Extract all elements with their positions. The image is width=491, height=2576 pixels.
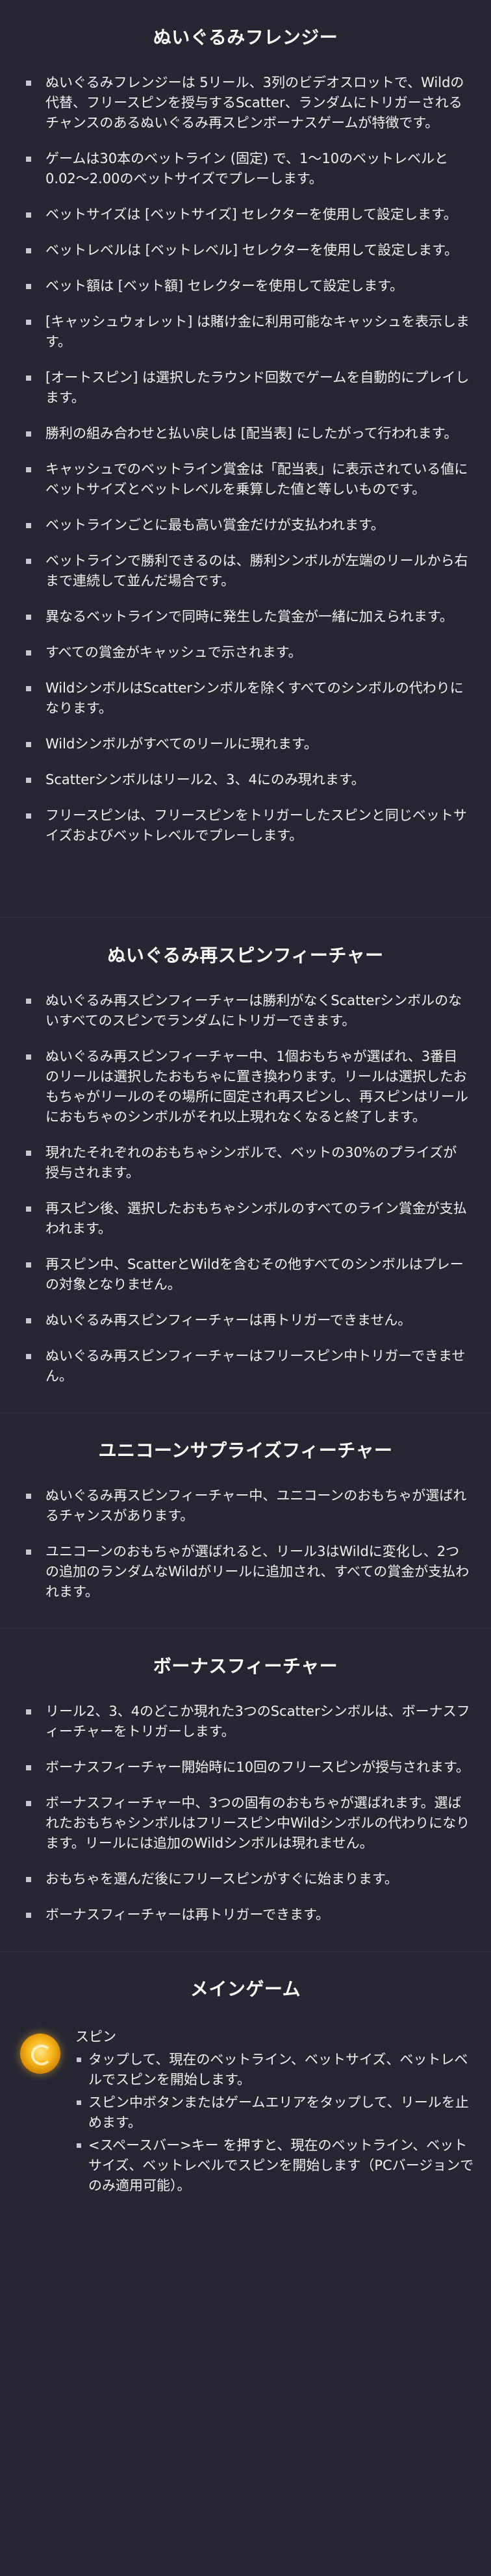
section-title: ユニコーンサプライズフィーチャー bbox=[98, 1440, 393, 1461]
rule-item: ゲームは30本のベットライン (固定) で、1～10のベットレベルと0.02～2… bbox=[13, 149, 470, 189]
spin-row: スピン タップして、現在のベットライン、ベットサイズ、ベットレベルでスピンを開始… bbox=[13, 2024, 478, 2199]
spin-rules-list: タップして、現在のベットライン、ベットサイズ、ベットレベルでスピンを開始します。… bbox=[75, 2050, 478, 2196]
rule-item: ユニコーンのおもちゃが選ばれると、リール3はWildに変化し、2つの追加のランダ… bbox=[13, 1542, 470, 1602]
rule-item: ボーナスフィーチャー中、3つの固有のおもちゃが選ばれます。選ばれたおもちゃシンボ… bbox=[13, 1793, 470, 1854]
section-bonus-feature: ボーナスフィーチャー リール2、3、4のどこか現れた3つのScatterシンボル… bbox=[0, 1628, 491, 1951]
rule-item: リール2、3、4のどこか現れた3つのScatterシンボルは、ボーナスフィーチャ… bbox=[13, 1702, 470, 1742]
rule-item: ベットレベルは [ベットレベル] セレクターを使用して設定します。 bbox=[13, 240, 470, 261]
rules-list: ぬいぐるみ再スピンフィーチャーは勝利がなくScatterシンボルのないすべてのス… bbox=[13, 991, 478, 1386]
spin-label: スピン bbox=[75, 2029, 116, 2045]
rule-item: [キャッシュウォレット] は賭け金に利用可能なキャッシュを表示します。 bbox=[13, 312, 470, 352]
rule-item: 再スピン中、ScatterとWildを含むその他すべてのシンボルはプレーの対象と… bbox=[13, 1255, 470, 1295]
rule-item: ベットラインごとに最も高い賞金だけが支払われます。 bbox=[13, 515, 470, 535]
rule-item: すべての賞金がキャッシュで示されます。 bbox=[13, 643, 470, 663]
rule-item: ぬいぐるみ再スピンフィーチャー中、ユニコーンのおもちゃが選ばれるチャンスがありま… bbox=[13, 1486, 470, 1526]
rule-item: キャッシュでのベットライン賞金は「配当表」に表示されている値にベットサイズとベッ… bbox=[13, 459, 470, 500]
section-unicorn-surprise: ユニコーンサプライズフィーチャー ぬいぐるみ再スピンフィーチャー中、ユニコーンの… bbox=[0, 1412, 491, 1628]
rule-item: ベットラインで勝利できるのは、勝利シンボルが左端のリールから右まで連続して並んだ… bbox=[13, 551, 470, 591]
rules-page: ぬいぐるみフレンジー ぬいぐるみフレンジーは 5リール、3列のビデオスロットで、… bbox=[0, 0, 491, 2576]
rule-item: ボーナスフィーチャーは再トリガーできます。 bbox=[13, 1905, 470, 1925]
rule-item: Wildシンボルがすべてのリールに現れます。 bbox=[13, 734, 470, 754]
spin-rule-item: タップして、現在のベットライン、ベットサイズ、ベットレベルでスピンを開始します。 bbox=[75, 2050, 478, 2090]
rule-item: ベットサイズは [ベットサイズ] セレクターを使用して設定します。 bbox=[13, 205, 470, 225]
rule-item: ぬいぐるみ再スピンフィーチャーは再トリガーできません。 bbox=[13, 1310, 470, 1331]
rules-list: ぬいぐるみ再スピンフィーチャー中、ユニコーンのおもちゃが選ばれるチャンスがありま… bbox=[13, 1486, 478, 1602]
rule-item: ぬいぐるみ再スピンフィーチャー中、1個おもちゃが選ばれ、3番目のリールは選択した… bbox=[13, 1047, 470, 1127]
rule-item: 勝利の組み合わせと払い戻しは [配当表] にしたがって行われます。 bbox=[13, 424, 470, 444]
section-nuigurumi-frenzy: ぬいぐるみフレンジー ぬいぐるみフレンジーは 5リール、3列のビデオスロットで、… bbox=[0, 0, 491, 917]
rule-item: WildシンボルはScatterシンボルを除くすべてのシンボルの代わりになります… bbox=[13, 678, 470, 719]
section-main-game: メインゲーム スピン タップして、現在のベットライン、ベットサイズ、ベットレベル… bbox=[0, 1951, 491, 2209]
rule-item: ぬいぐるみ再スピンフィーチャーは勝利がなくScatterシンボルのないすべてのス… bbox=[13, 991, 470, 1031]
rule-item: [オートスピン] は選択したラウンド回数でゲームを自動的にプレイします。 bbox=[13, 368, 470, 408]
section-respin-feature: ぬいぐるみ再スピンフィーチャー ぬいぐるみ再スピンフィーチャーは勝利がなくSca… bbox=[0, 917, 491, 1412]
rule-item: 現れたそれぞれのおもちゃシンボルで、ベットの30%のプライズが授与されます。 bbox=[13, 1143, 470, 1183]
rule-item: Scatterシンボルはリール2、3、4にのみ現れます。 bbox=[13, 770, 470, 790]
rules-list: リール2、3、4のどこか現れた3つのScatterシンボルは、ボーナスフィーチャ… bbox=[13, 1702, 478, 1925]
spin-button-icon bbox=[20, 2034, 60, 2074]
rule-item: フリースピンは、フリースピンをトリガーしたスピンと同じベットサイズおよびベットレ… bbox=[13, 806, 470, 846]
section-title: メインゲーム bbox=[190, 1978, 301, 2000]
section-title: ぬいぐるみ再スピンフィーチャー bbox=[107, 945, 384, 966]
rules-list: ぬいぐるみフレンジーは 5リール、3列のビデオスロットで、Wildの代替、フリー… bbox=[13, 73, 478, 846]
rule-item: ぬいぐるみ再スピンフィーチャーはフリースピン中トリガーできません。 bbox=[13, 1346, 470, 1386]
section-title: ボーナスフィーチャー bbox=[153, 1655, 338, 1677]
rule-item: ボーナスフィーチャー開始時に10回のフリースピンが授与されます。 bbox=[13, 1757, 470, 1778]
rule-item: 異なるベットラインで同時に発生した賞金が一緒に加えられます。 bbox=[13, 607, 470, 627]
rule-item: 再スピン後、選択したおもちゃシンボルのすべてのライン賞金が支払われます。 bbox=[13, 1199, 470, 1239]
rule-item: ベット額は [ベット額] セレクターを使用して設定します。 bbox=[13, 276, 470, 296]
spin-rule-item: スピン中ボタンまたはゲームエリアをタップして、リールを止めます。 bbox=[75, 2093, 478, 2133]
rule-item: おもちゃを選んだ後にフリースピンがすぐに始まります。 bbox=[13, 1869, 470, 1889]
rule-item: ぬいぐるみフレンジーは 5リール、3列のビデオスロットで、Wildの代替、フリー… bbox=[13, 73, 470, 133]
spin-rule-item: <スペースバー>キー を押すと、現在のベットライン、ベットサイズ、ベットレベルで… bbox=[75, 2136, 478, 2196]
section-title: ぬいぐるみフレンジー bbox=[153, 27, 338, 48]
